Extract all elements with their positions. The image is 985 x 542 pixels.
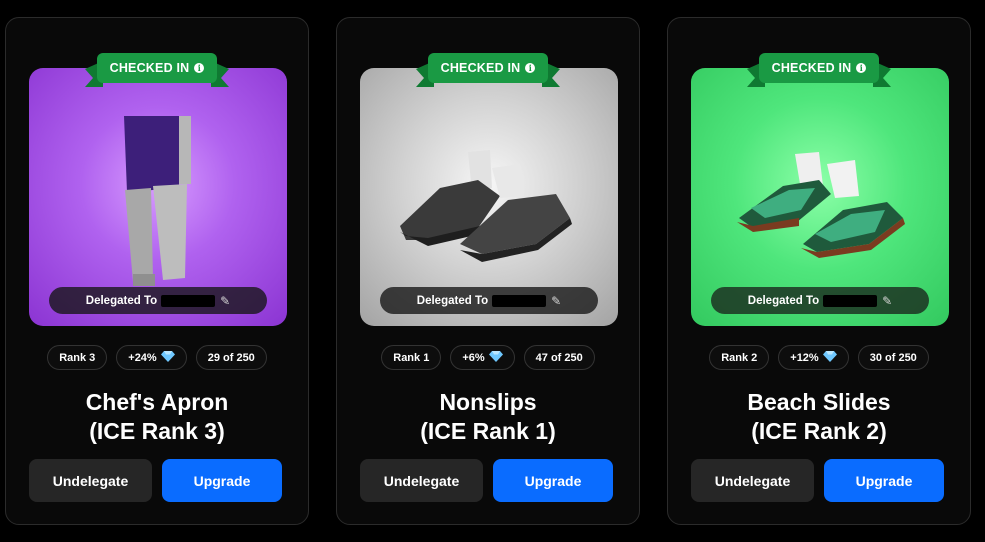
delegated-to-pill: Delegated To ✎: [49, 287, 267, 314]
delegated-to-pill: Delegated To ✎: [711, 287, 929, 314]
pencil-icon[interactable]: ✎: [220, 294, 230, 308]
pencil-icon[interactable]: ✎: [551, 294, 561, 308]
wearable-card: CHECKED IN i Delegated To ✎ Rank 3 +24% …: [5, 17, 309, 525]
delegated-to-pill: Delegated To ✎: [380, 287, 598, 314]
rank-badge: Rank 3: [47, 345, 108, 370]
rank-badge: Rank 2: [709, 345, 770, 370]
checked-in-banner: CHECKED IN i: [747, 45, 891, 93]
info-icon[interactable]: i: [856, 63, 867, 73]
bonus-badge: +24%: [116, 345, 187, 370]
banner-label: CHECKED IN: [440, 61, 521, 75]
redacted-address: [161, 294, 216, 307]
delegated-to-label: Delegated To: [85, 294, 158, 307]
upgrade-button[interactable]: Upgrade: [493, 459, 613, 502]
undelegate-button[interactable]: Undelegate: [691, 459, 814, 502]
bonus-badge: +6%: [450, 345, 515, 370]
banner-label: CHECKED IN: [771, 61, 852, 75]
item-rank-label: (ICE Rank 3): [89, 418, 225, 444]
item-image: Delegated To ✎: [29, 68, 287, 326]
stats-row: Rank 1 +6% 47 of 250: [337, 345, 639, 370]
item-image: Delegated To ✎: [360, 68, 618, 326]
wearable-card: CHECKED IN i Delegated To ✎ Rank 1 +6% 4…: [336, 17, 640, 525]
item-title: Nonslips (ICE Rank 1): [337, 388, 639, 446]
redacted-address: [823, 294, 878, 307]
rank-badge: Rank 1: [381, 345, 442, 370]
count-badge: 30 of 250: [857, 345, 929, 370]
rank-text: Rank 3: [59, 351, 96, 364]
upgrade-button[interactable]: Upgrade: [824, 459, 944, 502]
count-text: 47 of 250: [535, 351, 583, 364]
diamond-icon: [488, 350, 503, 365]
upgrade-button[interactable]: Upgrade: [162, 459, 282, 502]
item-title: Beach Slides (ICE Rank 2): [668, 388, 970, 446]
item-rank-label: (ICE Rank 1): [420, 418, 556, 444]
bonus-badge: +12%: [778, 345, 849, 370]
delegated-to-label: Delegated To: [416, 294, 489, 307]
rank-text: Rank 2: [721, 351, 758, 364]
checked-in-banner: CHECKED IN i: [416, 45, 560, 93]
count-text: 29 of 250: [207, 351, 255, 364]
info-icon[interactable]: i: [194, 63, 205, 73]
item-rank-label: (ICE Rank 2): [751, 418, 887, 444]
count-badge: 29 of 250: [195, 345, 267, 370]
diamond-icon: [822, 350, 837, 365]
stats-row: Rank 3 +24% 29 of 250: [6, 345, 308, 370]
item-image: Delegated To ✎: [691, 68, 949, 326]
delegated-to-label: Delegated To: [747, 294, 820, 307]
item-name: Beach Slides: [747, 389, 891, 415]
undelegate-button[interactable]: Undelegate: [360, 459, 483, 502]
undelegate-button[interactable]: Undelegate: [29, 459, 152, 502]
redacted-address: [492, 294, 547, 307]
bonus-text: +12%: [790, 351, 819, 364]
diamond-icon: [160, 350, 175, 365]
wearable-card: CHECKED IN i Delegated To ✎ Rank 2 +12%: [667, 17, 971, 525]
info-icon[interactable]: i: [525, 63, 536, 73]
checked-in-banner: CHECKED IN i: [85, 45, 229, 93]
item-name: Chef's Apron: [85, 389, 229, 415]
stats-row: Rank 2 +12% 30 of 250: [668, 345, 970, 370]
item-title: Chef's Apron (ICE Rank 3): [6, 388, 308, 446]
rank-text: Rank 1: [393, 351, 430, 364]
count-badge: 47 of 250: [523, 345, 595, 370]
bonus-text: +6%: [462, 351, 485, 364]
item-name: Nonslips: [439, 389, 537, 415]
pencil-icon[interactable]: ✎: [882, 294, 892, 308]
count-text: 30 of 250: [869, 351, 917, 364]
banner-label: CHECKED IN: [109, 61, 190, 75]
bonus-text: +24%: [128, 351, 157, 364]
